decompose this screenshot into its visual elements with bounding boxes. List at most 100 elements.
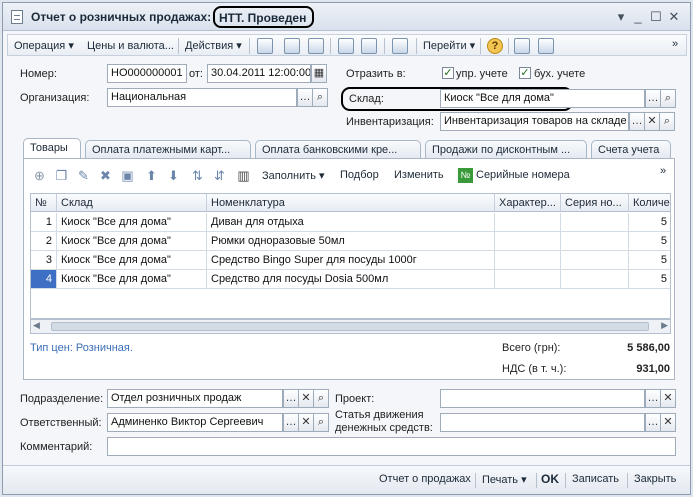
delete-row-icon[interactable]: ✖ (98, 168, 113, 183)
post-icon[interactable] (257, 38, 273, 54)
minimize-icon[interactable]: _ (631, 10, 645, 24)
table-toolbar-more-icon[interactable]: » (660, 165, 666, 177)
tab-accounts[interactable]: Счета учета (591, 140, 671, 159)
column-header-quantity[interactable]: Количе (629, 194, 670, 212)
tab-card-payments[interactable]: Оплата платежными карт... (85, 140, 251, 159)
list-view-icon[interactable] (514, 38, 530, 54)
clear-icon[interactable]: ✕ (298, 389, 314, 408)
row-characteristic[interactable] (495, 232, 561, 251)
row-characteristic[interactable] (495, 213, 561, 232)
move-down-icon[interactable]: ⬇ (166, 168, 181, 183)
row-series[interactable] (561, 232, 629, 251)
search-icon[interactable]: ⌕ (313, 389, 329, 408)
save-button[interactable]: Записать (572, 473, 619, 485)
sort-desc-icon[interactable]: ⇵ (212, 168, 227, 183)
select-cashflow-button[interactable]: … (645, 413, 661, 432)
column-header-series[interactable]: Серия но... (561, 194, 629, 212)
column-header-characteristic[interactable]: Характер... (495, 194, 561, 212)
edit-row-icon[interactable]: ✎ (76, 168, 91, 183)
cashflow-field[interactable] (440, 413, 645, 432)
select-organization-button[interactable]: … (297, 88, 313, 107)
search-icon[interactable]: ⌕ (313, 413, 329, 432)
add-row-icon[interactable]: ⊕ (32, 168, 47, 183)
row-warehouse[interactable]: Киоск "Все для дома" (57, 213, 207, 232)
select-department-button[interactable]: … (283, 389, 299, 408)
scroll-right-icon[interactable]: ▶ (661, 320, 668, 331)
clear-icon[interactable]: ✕ (644, 112, 660, 131)
row-series[interactable] (561, 251, 629, 270)
management-accounting-checkbox[interactable]: ✓ (442, 67, 454, 79)
serial-numbers-button[interactable]: Серийные номера (476, 169, 570, 181)
settings-list-icon[interactable] (538, 38, 554, 54)
table-row[interactable]: 3 Киоск "Все для дома" Средство Bingo Su… (31, 251, 670, 270)
copy-row-icon[interactable]: ❐ (54, 168, 69, 183)
search-icon[interactable]: ⌕ (659, 112, 675, 131)
ok-button[interactable]: OK (541, 472, 559, 486)
price-type-link[interactable]: Тип цен: Розничная. (30, 342, 133, 354)
select-project-button[interactable]: … (645, 389, 661, 408)
row-item[interactable]: Диван для отдыха (207, 213, 495, 232)
sort-asc-icon[interactable]: ⇅ (190, 168, 205, 183)
book-accounting-checkbox[interactable]: ✓ (519, 67, 531, 79)
search-icon[interactable]: ⌕ (660, 89, 676, 108)
select-responsible-button[interactable]: … (283, 413, 299, 432)
search-icon[interactable]: ⌕ (312, 88, 328, 107)
move-up-icon[interactable]: ⬆ (144, 168, 159, 183)
table-row-selected[interactable]: 4 Киоск "Все для дома" Средство для посу… (31, 270, 670, 289)
copy-icon[interactable] (308, 38, 324, 54)
barcode-icon[interactable]: ▥ (236, 168, 251, 183)
actions-menu[interactable]: Действия ▾ (185, 38, 242, 54)
close-icon[interactable]: ✕ (667, 10, 681, 24)
structure-icon[interactable] (338, 38, 354, 54)
warehouse-field[interactable]: Киоск "Все для дома" (440, 89, 645, 108)
help-icon[interactable]: ? (487, 38, 503, 54)
change-button[interactable]: Изменить (394, 169, 444, 181)
inventory-field[interactable]: Инвентаризация товаров на складе (440, 112, 629, 131)
column-header-item[interactable]: Номенклатура (207, 194, 495, 212)
clear-icon[interactable]: ✕ (298, 413, 314, 432)
row-quantity[interactable]: 5 (629, 213, 670, 232)
number-field[interactable]: НО000000001 (107, 64, 187, 83)
table-row[interactable]: 1 Киоск "Все для дома" Диван для отдыха … (31, 213, 670, 232)
comment-field[interactable] (107, 437, 676, 456)
table-row[interactable]: 2 Киоск "Все для дома" Рюмки одноразовые… (31, 232, 670, 251)
column-header-warehouse[interactable]: Склад (57, 194, 207, 212)
organization-field[interactable]: Национальная (107, 88, 297, 107)
calendar-icon[interactable]: ▦ (311, 64, 327, 83)
project-field[interactable] (440, 389, 645, 408)
row-quantity[interactable]: 5 (629, 232, 670, 251)
related-docs-icon[interactable] (392, 38, 408, 54)
row-characteristic[interactable] (495, 251, 561, 270)
row-characteristic[interactable] (495, 270, 561, 289)
clear-icon[interactable]: ✕ (660, 413, 676, 432)
row-series[interactable] (561, 213, 629, 232)
sales-report-button[interactable]: Отчет о продажах (379, 473, 471, 485)
department-field[interactable]: Отдел розничных продаж (107, 389, 283, 408)
row-item[interactable]: Средство для посуды Dosia 500мл (207, 270, 495, 289)
row-item[interactable]: Рюмки одноразовые 50мл (207, 232, 495, 251)
close-button[interactable]: Закрыть (634, 473, 676, 485)
maximize-icon[interactable]: ☐ (649, 10, 663, 24)
fill-button[interactable]: Заполнить ▾ (262, 169, 325, 182)
row-item[interactable]: Средство Bingo Super для посуды 1000г (207, 251, 495, 270)
row-quantity[interactable]: 5 (629, 251, 670, 270)
tab-discount-sales[interactable]: Продажи по дисконтным ... (425, 140, 587, 159)
prices-currency-button[interactable]: Цены и валюта... (87, 38, 174, 54)
refresh-icon[interactable] (284, 38, 300, 54)
responsible-field[interactable]: Админенко Виктор Сергеевич (107, 413, 283, 432)
row-warehouse[interactable]: Киоск "Все для дома" (57, 232, 207, 251)
window-menu-icon[interactable]: ▾ (614, 10, 628, 24)
row-quantity[interactable]: 5 (629, 270, 670, 289)
date-field[interactable]: 30.04.2011 12:00:00 (207, 64, 311, 83)
horizontal-scrollbar[interactable]: ◀ ▶ (30, 319, 671, 334)
clear-icon[interactable]: ✕ (660, 389, 676, 408)
row-series[interactable] (561, 270, 629, 289)
select-button[interactable]: Подбор (340, 169, 379, 181)
goto-menu[interactable]: Перейти ▾ (423, 38, 475, 54)
select-warehouse-button[interactable]: … (645, 89, 661, 108)
select-inventory-button[interactable]: … (629, 112, 645, 131)
tab-goods[interactable]: Товары (23, 138, 81, 159)
row-warehouse[interactable]: Киоск "Все для дома" (57, 251, 207, 270)
row-warehouse[interactable]: Киоск "Все для дома" (57, 270, 207, 289)
toolbar-more-icon[interactable]: » (672, 36, 678, 52)
